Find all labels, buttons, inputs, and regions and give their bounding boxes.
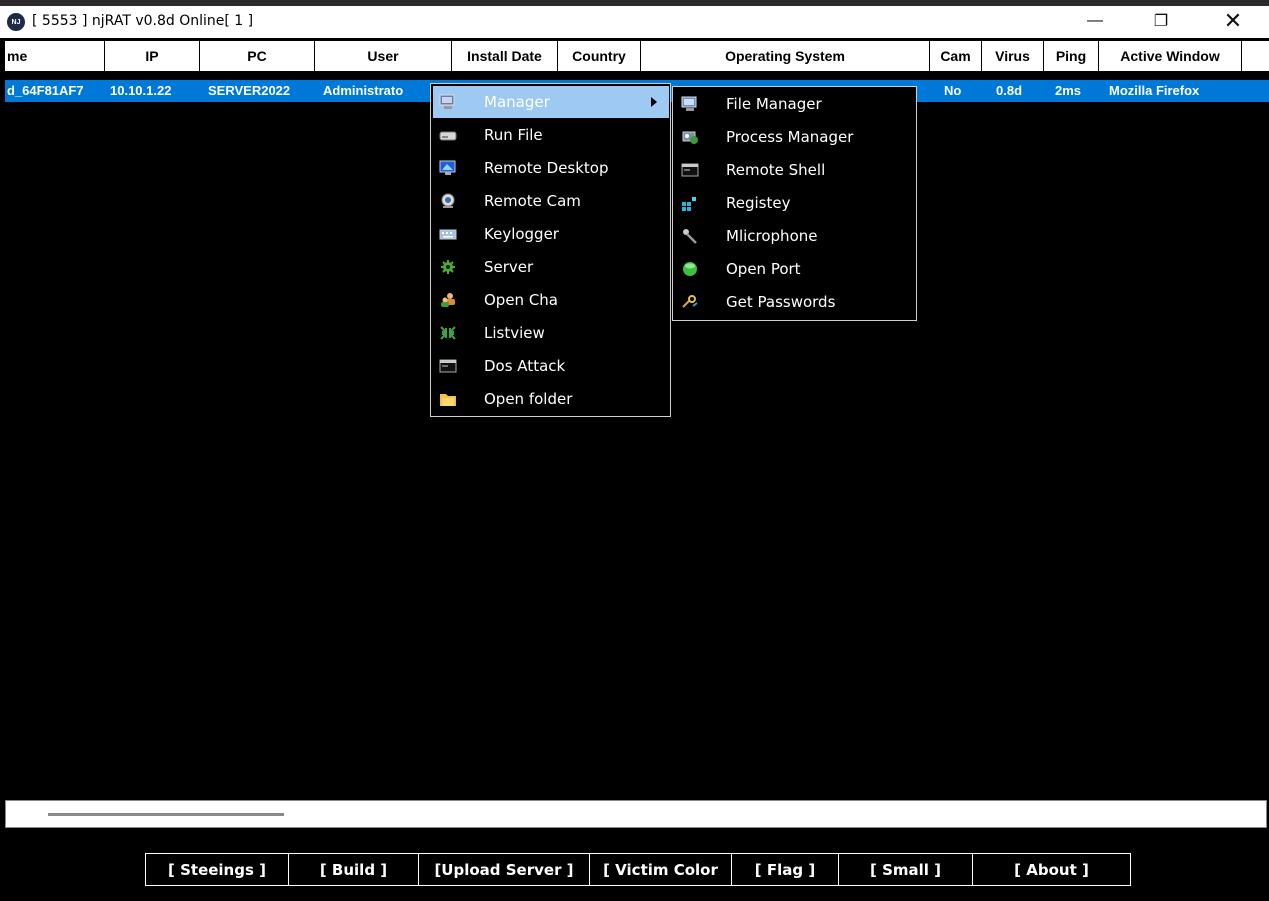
- submenu-item-process-manager[interactable]: Process Manager: [675, 121, 915, 153]
- cell-ping: 2ms: [1055, 83, 1082, 98]
- submenu-item-microphone[interactable]: Mlicrophone: [675, 220, 915, 252]
- menu-item-remote-cam[interactable]: Remote Cam: [433, 185, 669, 217]
- context-menu: Manager Run File Remote Desktop Remote C…: [430, 83, 671, 417]
- menu-item-label: Run File: [484, 126, 543, 144]
- scrollbar-thumb[interactable]: [48, 813, 284, 816]
- menu-item-manager[interactable]: Manager: [433, 86, 669, 118]
- victim-color-button[interactable]: [ Victim Color: [589, 853, 732, 886]
- menu-item-label: Manager: [484, 93, 550, 111]
- column-user[interactable]: User: [315, 41, 452, 71]
- menu-item-label: Open Port: [726, 260, 801, 278]
- menu-item-label: Server: [484, 258, 534, 276]
- column-country[interactable]: Country: [558, 41, 641, 71]
- cell-cam: No: [944, 83, 962, 98]
- column-install-date[interactable]: Install Date: [452, 41, 558, 71]
- console-icon: [681, 163, 699, 177]
- menu-item-listview[interactable]: Listview: [433, 317, 669, 349]
- cell-pc: SERVER2022: [208, 83, 291, 98]
- cell-user: Administrato: [323, 83, 404, 98]
- submenu-item-file-manager[interactable]: File Manager: [675, 88, 915, 120]
- menu-item-label: Remote Desktop: [484, 159, 609, 177]
- settings-button[interactable]: [ Steeings ]: [145, 853, 289, 886]
- drive-icon: [439, 131, 457, 141]
- manager-submenu: File Manager Process Manager Remote Shel…: [672, 86, 917, 321]
- column-virus[interactable]: Virus: [982, 41, 1044, 71]
- webcam-icon: [441, 193, 455, 208]
- about-button[interactable]: [ About ]: [972, 853, 1131, 886]
- green-dot-icon: [683, 262, 697, 276]
- app-icon: NJ: [7, 13, 25, 31]
- column-cam[interactable]: Cam: [930, 41, 982, 71]
- monitor-icon: [439, 94, 455, 109]
- cell-name: d_64F81AF7: [7, 83, 84, 98]
- menu-item-label: Mlicrophone: [726, 227, 818, 245]
- process-icon: [682, 131, 698, 144]
- console-icon: [439, 359, 457, 373]
- microphone-icon: [683, 229, 697, 244]
- submenu-item-open-port[interactable]: Open Port: [675, 253, 915, 285]
- gear-icon: [441, 260, 455, 274]
- column-ping[interactable]: Ping: [1044, 41, 1099, 71]
- maximize-button[interactable]: ❐: [1138, 6, 1184, 36]
- users-icon: [441, 293, 455, 307]
- submenu-item-remote-shell[interactable]: Remote Shell: [675, 154, 915, 186]
- close-button[interactable]: ✕: [1210, 6, 1256, 36]
- column-pc[interactable]: PC: [200, 41, 315, 71]
- minimize-button[interactable]: —: [1072, 6, 1118, 36]
- menu-item-label: Keylogger: [484, 225, 559, 243]
- flag-button[interactable]: [ Flag ]: [731, 853, 839, 886]
- column-header: me IP PC User Install Date Country Opera…: [5, 41, 1269, 71]
- bottom-toolbar: [ Steeings ] [ Build ] [Upload Server ] …: [145, 853, 1131, 886]
- menu-item-label: Open Cha: [484, 291, 559, 309]
- build-button[interactable]: [ Build ]: [288, 853, 419, 886]
- submenu-arrow-icon: [651, 97, 657, 107]
- column-active-window[interactable]: Active Window: [1099, 41, 1242, 71]
- menu-item-keylogger[interactable]: Keylogger: [433, 218, 669, 250]
- folder-icon: [440, 394, 456, 406]
- cell-active-window: Mozilla Firefox: [1109, 83, 1200, 98]
- horizontal-scrollbar[interactable]: [5, 800, 1267, 828]
- column-ip[interactable]: IP: [105, 41, 200, 71]
- registry-icon: [682, 197, 696, 211]
- menu-item-label: Dos Attack: [484, 357, 566, 375]
- menu-item-remote-desktop[interactable]: Remote Desktop: [433, 152, 669, 184]
- menu-item-label: Listview: [484, 324, 545, 342]
- key-icon: [682, 295, 698, 308]
- menu-item-open-folder[interactable]: Open folder: [433, 383, 669, 415]
- column-name[interactable]: me: [5, 41, 105, 71]
- menu-item-label: Process Manager: [726, 128, 854, 146]
- menu-item-dos-attack[interactable]: Dos Attack: [433, 350, 669, 382]
- cell-virus: 0.8d: [996, 83, 1023, 98]
- monitor-icon: [681, 96, 697, 111]
- menu-item-run-file[interactable]: Run File: [433, 119, 669, 151]
- upload-server-button[interactable]: [Upload Server ]: [418, 853, 590, 886]
- submenu-item-get-passwords[interactable]: Get Passwords: [675, 286, 915, 318]
- submenu-item-registry[interactable]: Registey: [675, 187, 915, 219]
- menu-item-open-chat[interactable]: Open Cha: [433, 284, 669, 316]
- window-title: [ 5553 ] njRAT v0.8d Online[ 1 ]: [32, 13, 254, 29]
- desktop-icon: [439, 160, 456, 175]
- column-operating-system[interactable]: Operating System: [641, 41, 930, 71]
- menu-item-label: Registey: [726, 194, 791, 212]
- small-button[interactable]: [ Small ]: [838, 853, 973, 886]
- cell-ip: 10.10.1.22: [110, 83, 172, 98]
- menu-item-label: Get Passwords: [726, 293, 836, 311]
- menu-item-label: File Manager: [726, 95, 822, 113]
- keyboard-icon: [439, 229, 457, 240]
- title-bar: NJ [ 5553 ] njRAT v0.8d Online[ 1 ] — ❐ …: [0, 6, 1269, 38]
- menu-item-server[interactable]: Server: [433, 251, 669, 283]
- menu-item-label: Open folder: [484, 390, 573, 408]
- menu-item-label: Remote Shell: [726, 161, 826, 179]
- menu-item-label: Remote Cam: [484, 192, 581, 210]
- arrows-icon: [440, 326, 456, 340]
